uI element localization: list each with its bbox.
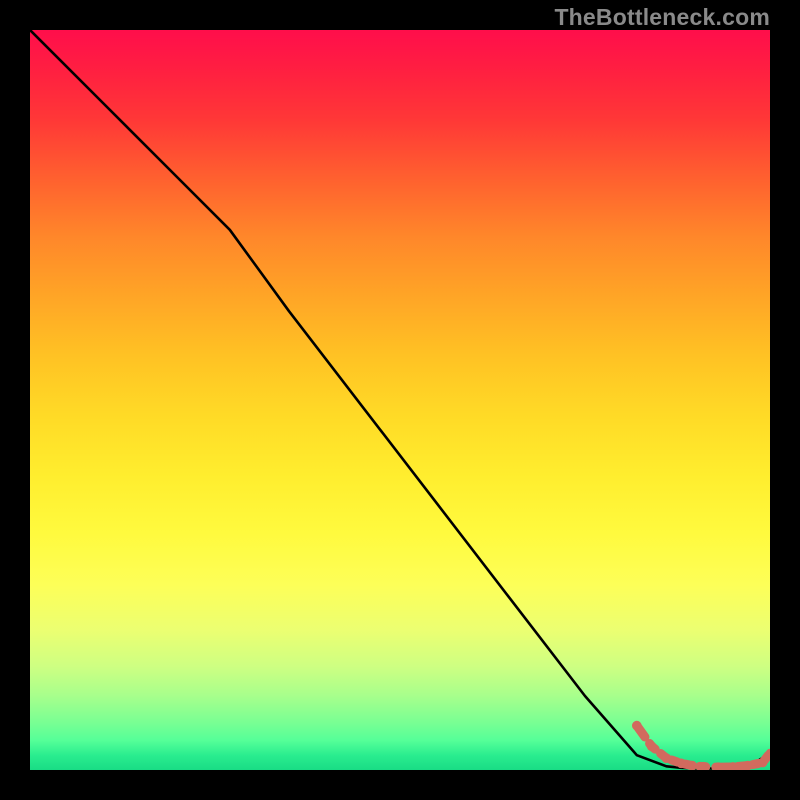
watermark-label: TheBottleneck.com (554, 4, 770, 31)
tail-dot (743, 761, 753, 770)
tail-dot (676, 759, 686, 769)
tail-dot (662, 753, 672, 763)
chart-plot-area (30, 30, 770, 770)
bottleneck-curve-path (30, 30, 770, 769)
bottleneck-line-chart (30, 30, 770, 770)
tail-dot (758, 758, 768, 768)
tail-highlight-stroke (637, 726, 770, 768)
tail-dot (632, 721, 642, 731)
tail-dot (688, 761, 698, 770)
tail-dot (647, 742, 657, 752)
tail-dash-path (637, 726, 770, 768)
tail-dots-group (632, 721, 770, 770)
